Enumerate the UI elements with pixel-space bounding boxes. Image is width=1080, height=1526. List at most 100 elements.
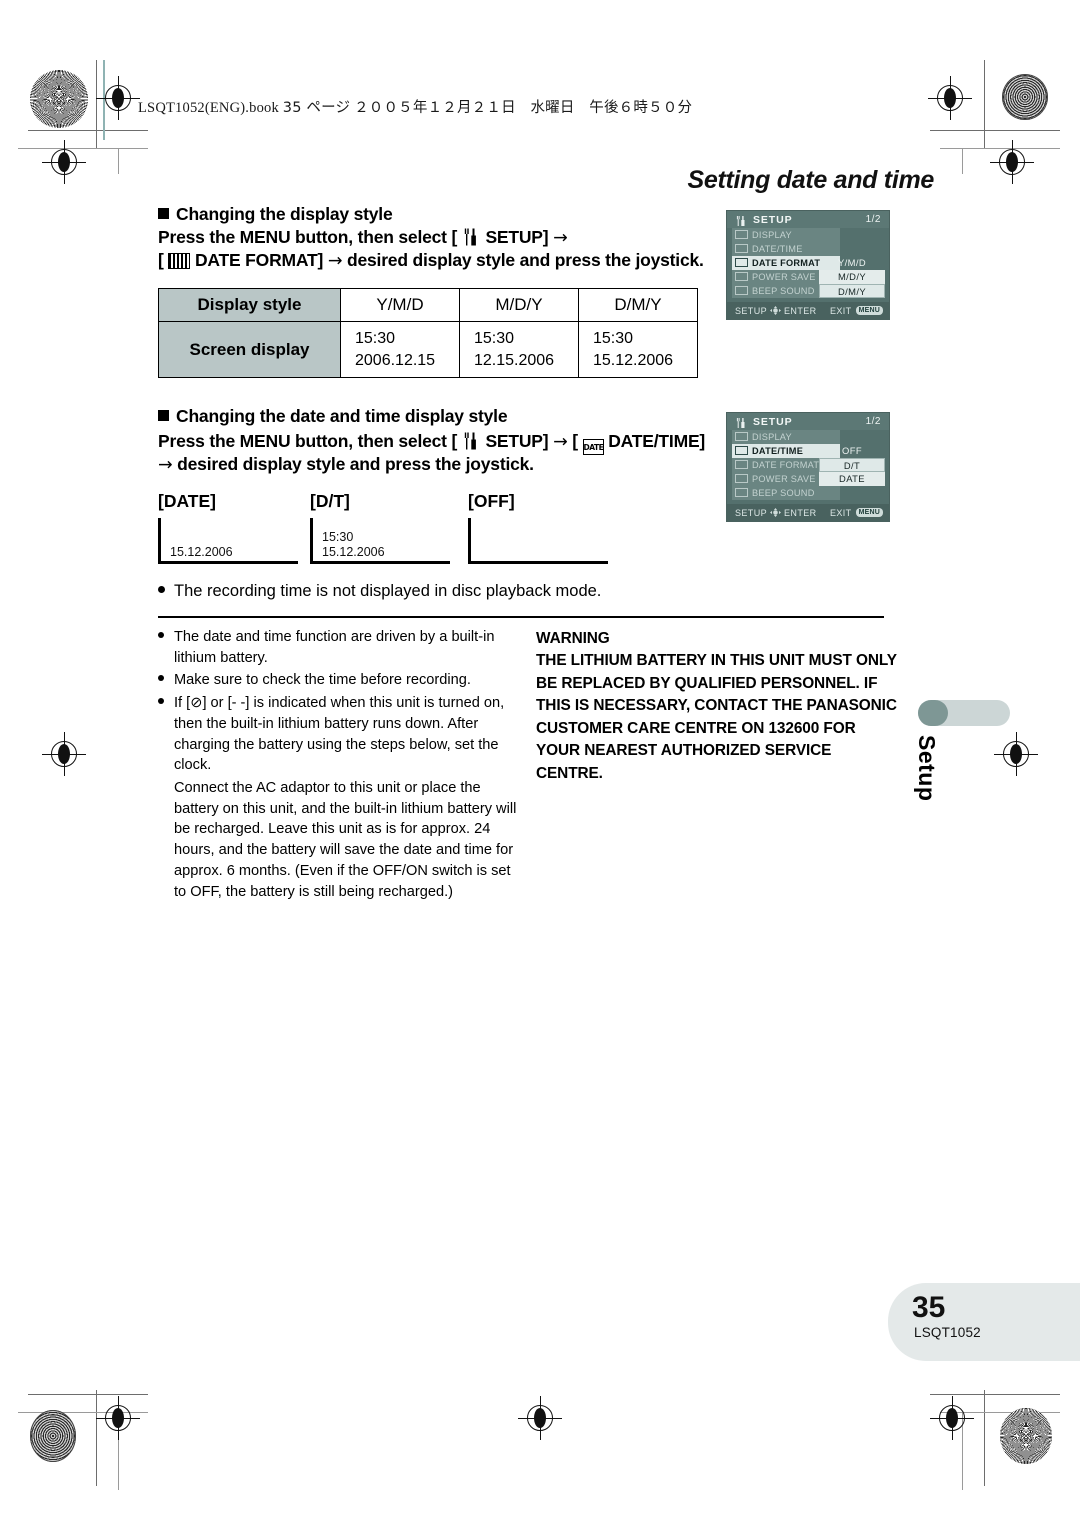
setup-tool-icon	[735, 416, 748, 428]
registration-crosshair	[42, 732, 86, 776]
notes-column: The date and time function are driven by…	[158, 627, 526, 902]
lcd2-foot-exit: EXIT	[829, 507, 852, 518]
lcd2-foot-enter: ENTER	[784, 507, 817, 518]
lcd1-row-label: DATE/TIME	[752, 243, 803, 254]
lcd2-option-dt[interactable]: D/T	[819, 458, 885, 472]
arrow-right-icon: →	[327, 251, 343, 271]
registration-crosshair	[96, 76, 140, 120]
lcd-menu-date-format[interactable]: SETUP 1/2 DISPLAY DATE/TIME DATE FORMAT …	[726, 210, 890, 320]
lcd2-row-label: DISPLAY	[752, 431, 792, 442]
table-col-header: Y/M/D	[340, 288, 460, 322]
sample-box-date: 15.12.2006	[158, 518, 298, 564]
setup-tool-icon	[462, 227, 481, 247]
sample-label-dt: [D/T]	[310, 491, 350, 511]
print-slug: LSQT1052(ENG).book 35 ページ ２００５年１２月２１日 水曜…	[138, 96, 692, 117]
lcd1-foot-exit: EXIT	[829, 305, 852, 316]
bullet-icon	[158, 670, 174, 691]
table-row: Display style Y/M/D M/D/Y D/M/Y	[158, 288, 698, 322]
date-time-icon	[735, 244, 748, 254]
lcd1-row-label: BEEP SOUND	[752, 285, 815, 296]
crop-mark-line	[118, 148, 119, 174]
menu-button-badge: MENU	[855, 306, 883, 315]
table-cell: 15:30 12.15.2006	[459, 320, 579, 379]
sample-label-date: [DATE]	[158, 491, 216, 511]
sample-time-text: 15:30	[322, 530, 354, 544]
lcd1-options: Y/M/D M/D/Y D/M/Y	[819, 228, 885, 298]
lcd2-row-beep-sound[interactable]: BEEP SOUND	[732, 486, 840, 500]
table-row: Screen display 15:30 2006.12.15 15:30 12…	[158, 320, 698, 379]
step2-text-b: desired display style and press the joys…	[177, 454, 534, 474]
sample-label-off: [OFF]	[468, 491, 515, 511]
step1-bracket-open: [	[158, 250, 164, 270]
arrow-right-icon: →	[553, 432, 568, 452]
date-format-icon	[168, 253, 191, 269]
slug-date: ２００５年１２月２１日 水曜日 午後６時５０分	[354, 100, 693, 116]
lcd1-option-dmy[interactable]: D/M/Y	[819, 284, 885, 298]
section-1-heading-text: Changing the display style	[176, 204, 393, 224]
crop-mark-line	[28, 1394, 148, 1395]
lcd1-titlebar: SETUP 1/2	[727, 211, 889, 228]
sample-box-off	[468, 518, 608, 564]
lcd2-footer: SETUP ENTER EXIT MENU	[727, 504, 889, 521]
registration-crosshair	[928, 76, 972, 120]
joystick-icon	[770, 508, 782, 517]
registration-crosshair	[96, 1396, 140, 1440]
bullet-icon	[158, 693, 174, 776]
setup-tool-icon	[735, 214, 748, 226]
crop-mark-line	[28, 130, 148, 131]
lcd1-footer: SETUP ENTER EXIT MENU	[727, 302, 889, 319]
lcd-menu-date-time[interactable]: SETUP 1/2 DISPLAY DATE/TIME DATE FORMAT …	[726, 412, 890, 522]
note-text: If [⊘] or [- -] is indicated when this u…	[174, 695, 505, 774]
cell-date: 2006.12.15	[355, 351, 436, 369]
joystick-icon	[770, 306, 782, 315]
warning-body: THE LITHIUM BATTERY IN THIS UNIT MUST ON…	[536, 652, 897, 782]
list-item: Make sure to check the time before recor…	[158, 670, 526, 691]
lcd2-option-off[interactable]: OFF	[819, 444, 885, 458]
document-code: LSQT1052	[914, 1325, 981, 1340]
arrow-right-icon: →	[158, 455, 173, 475]
list-item: If [⊘] or [- -] is indicated when this u…	[158, 693, 526, 776]
step1-date-format-label: DATE FORMAT]	[194, 250, 324, 270]
cell-time: 15:30	[474, 330, 515, 347]
lcd1-row-label: DISPLAY	[752, 229, 792, 240]
power-save-icon	[735, 474, 748, 484]
step2-text-setup: SETUP]	[485, 431, 549, 451]
lcd1-foot-setup: SETUP	[735, 305, 768, 316]
sample-box-edge	[468, 561, 608, 564]
date-time-icon	[735, 446, 748, 456]
table-row-header: Screen display	[158, 320, 341, 379]
starburst-registration-target	[30, 70, 88, 128]
table-row-header: Display style	[158, 288, 341, 322]
display-icon	[735, 432, 748, 442]
step1-text-setup: SETUP]	[485, 227, 549, 247]
lcd1-option-ymd[interactable]: Y/M/D	[819, 256, 885, 270]
lcd2-foot-setup: SETUP	[735, 507, 768, 518]
lcd1-row-label: DATE FORMAT	[752, 257, 821, 268]
lcd1-page-indicator: 1/2	[865, 214, 881, 225]
sample-date-text: 15.12.2006	[322, 545, 385, 559]
lcd1-row-label: POWER SAVE	[752, 271, 816, 282]
cell-date: 15.12.2006	[593, 351, 674, 369]
chapter-tab-label: Setup	[914, 735, 940, 802]
beep-sound-icon	[735, 286, 748, 296]
crop-mark-line	[930, 130, 1060, 131]
lcd2-rows: DISPLAY DATE/TIME DATE FORMAT POWER SAVE…	[727, 430, 889, 505]
sample-box-edge	[468, 518, 471, 564]
lcd1-option-mdy[interactable]: M/D/Y	[819, 270, 885, 284]
step2-date-time-label: DATE/TIME]	[608, 431, 706, 451]
note-text: The date and time function are driven by…	[174, 629, 495, 666]
sample-box-dt: 15:30 15.12.2006	[310, 518, 450, 564]
note-text: The recording time is not displayed in d…	[174, 582, 602, 600]
page-title: Setting date and time	[687, 166, 934, 194]
square-bullet-icon	[158, 208, 169, 219]
lcd2-option-date[interactable]: DATE	[819, 472, 885, 486]
crop-mark-line	[984, 1390, 985, 1486]
moire-registration-target	[1002, 74, 1048, 120]
sample-date-text: 15.12.2006	[170, 545, 233, 559]
chapter-tab-bar	[918, 700, 1010, 726]
registration-crosshair	[990, 140, 1034, 184]
sample-box-edge	[310, 518, 313, 564]
crop-mark-line	[984, 60, 985, 148]
table-col-header: M/D/Y	[459, 288, 579, 322]
starburst-registration-target	[1000, 1408, 1052, 1464]
